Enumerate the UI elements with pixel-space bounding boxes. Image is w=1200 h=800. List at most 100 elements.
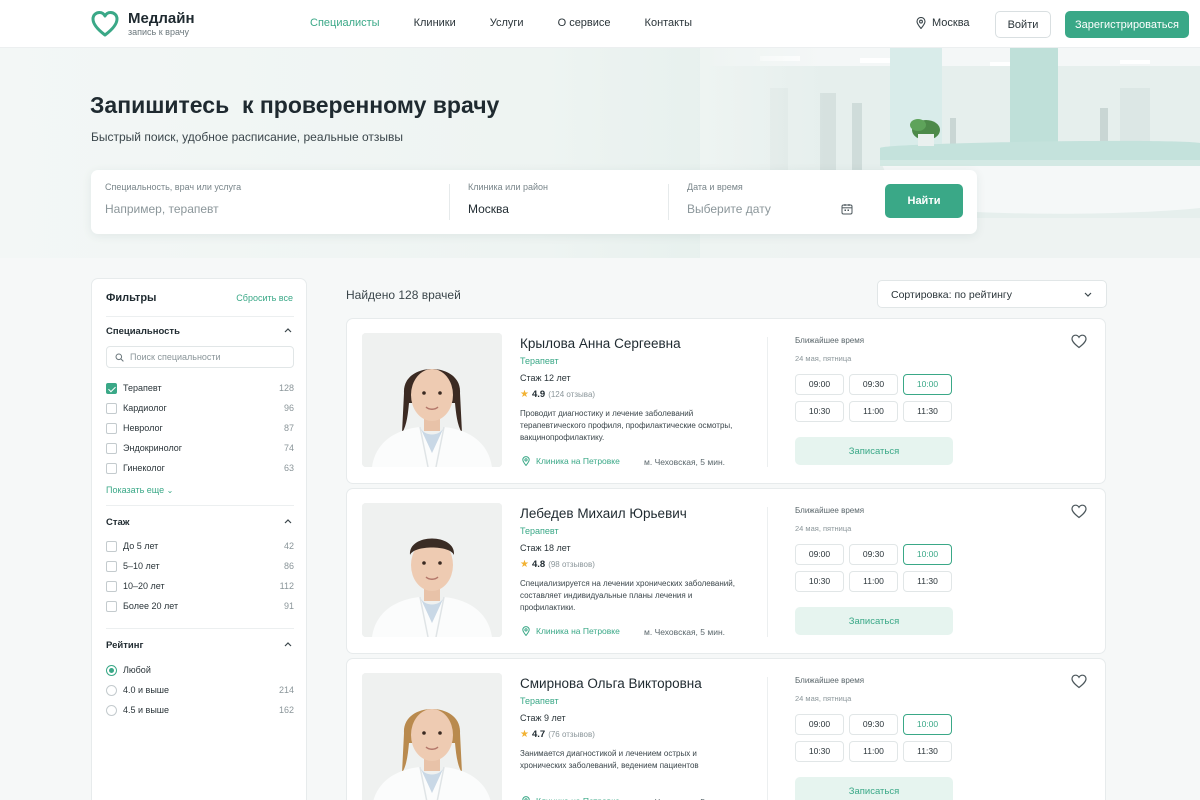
time-slot[interactable]: 09:00 [795, 374, 844, 395]
radio-button[interactable] [106, 664, 117, 676]
time-slot[interactable]: 10:00 [903, 374, 952, 395]
review-count[interactable]: (76 отзывов) [548, 730, 595, 739]
clinic-search-field[interactable]: Клиника или район Москва [468, 182, 658, 216]
time-slot[interactable]: 10:00 [903, 714, 952, 735]
doctor-name[interactable]: Лебедев Михаил Юрьевич [520, 506, 687, 521]
date-input[interactable]: Выберите дату [687, 202, 857, 216]
city-selector[interactable]: Москва [916, 17, 970, 29]
time-slot[interactable]: 11:00 [849, 401, 898, 422]
filters-panel: Фильтры Сбросить все Специальность Поиск… [91, 278, 307, 800]
nav-about[interactable]: О сервисе [558, 17, 611, 29]
clinic-link[interactable]: Клиника на Петровке [522, 796, 620, 800]
specialty-search-field[interactable]: Специальность, врач или услуга Например,… [105, 182, 435, 216]
time-slot[interactable]: 10:30 [795, 571, 844, 592]
experience-section-title[interactable]: Стаж [106, 517, 130, 528]
time-slot[interactable]: 09:00 [795, 544, 844, 565]
review-count[interactable]: (98 отзывов) [548, 560, 595, 569]
checkbox[interactable] [106, 560, 117, 572]
clinic-link[interactable]: Клиника на Петровке [522, 626, 620, 636]
time-slot[interactable]: 10:00 [903, 544, 952, 565]
specialty-section-title[interactable]: Специальность [106, 326, 180, 337]
time-slot[interactable]: 09:30 [849, 374, 898, 395]
rating-section-title[interactable]: Рейтинг [106, 640, 143, 651]
favorite-heart-icon[interactable] [1071, 504, 1087, 519]
find-button[interactable]: Найти [885, 184, 963, 218]
heart-logo-icon [91, 11, 119, 37]
slots-date: 24 мая, пятница [795, 524, 852, 533]
logo[interactable]: Медлайн запись к врачу [90, 9, 195, 39]
rating-option[interactable]: 4.5 и выше 162 [106, 703, 294, 717]
time-slot[interactable]: 11:30 [903, 741, 952, 762]
time-slot[interactable]: 11:00 [849, 741, 898, 762]
nav-clinics[interactable]: Клиники [414, 17, 456, 29]
radio-button[interactable] [106, 704, 117, 716]
checkbox[interactable] [106, 580, 117, 592]
filter-option[interactable]: Эндокринолог 74 [106, 441, 294, 455]
chevron-up-icon[interactable] [284, 642, 292, 647]
doctor-name[interactable]: Крылова Анна Сергеевна [520, 336, 681, 351]
checkbox[interactable] [106, 422, 117, 434]
filter-option[interactable]: 10–20 лет 112 [106, 579, 294, 593]
doctor-card[interactable]: Смирнова Ольга Викторовна Терапевт Стаж … [346, 658, 1106, 800]
specialty-filter-placeholder: Поиск специальности [130, 352, 221, 362]
radio-button[interactable] [106, 684, 117, 696]
book-appointment-button[interactable]: Записаться [795, 777, 953, 800]
favorite-heart-icon[interactable] [1071, 674, 1087, 689]
chevron-up-icon[interactable] [284, 328, 292, 333]
doctor-description: Специализируется на лечении хронических … [520, 579, 735, 612]
specialty-input[interactable]: Например, терапевт [105, 202, 435, 216]
rating-option[interactable]: Любой [106, 663, 294, 677]
time-slot[interactable]: 11:00 [849, 571, 898, 592]
rating-option[interactable]: 4.0 и выше 214 [106, 683, 294, 697]
filter-option[interactable]: Гинеколог 63 [106, 461, 294, 475]
doctor-photo[interactable] [362, 333, 502, 467]
favorite-heart-icon[interactable] [1071, 334, 1087, 349]
nav-contacts[interactable]: Контакты [645, 17, 693, 29]
filter-option[interactable]: Кардиолог 96 [106, 401, 294, 415]
clinic-link[interactable]: Клиника на Петровке [522, 456, 620, 466]
checkbox[interactable] [106, 382, 117, 394]
filter-option[interactable]: До 5 лет 42 [106, 539, 294, 553]
time-slot[interactable]: 10:30 [795, 401, 844, 422]
time-slot[interactable]: 11:30 [903, 571, 952, 592]
register-button[interactable]: Зарегистрироваться [1065, 11, 1189, 38]
checkbox[interactable] [106, 442, 117, 454]
specialty-filter-search[interactable]: Поиск специальности [106, 346, 294, 368]
clinic-input[interactable]: Москва [468, 202, 658, 216]
reset-filters-link[interactable]: Сбросить все [236, 293, 293, 303]
specialty-field-label: Специальность, врач или услуга [105, 182, 242, 192]
filter-option[interactable]: Более 20 лет 91 [106, 599, 294, 613]
time-slot[interactable]: 09:30 [849, 714, 898, 735]
time-slot[interactable]: 09:30 [849, 544, 898, 565]
date-search-field[interactable]: Дата и время Выберите дату [687, 182, 857, 216]
card-divider [767, 677, 768, 800]
filter-option[interactable]: Терапевт 128 [106, 381, 294, 395]
time-slot[interactable]: 09:00 [795, 714, 844, 735]
login-button[interactable]: Войти [995, 11, 1051, 38]
book-appointment-button[interactable]: Записаться [795, 607, 953, 635]
time-slot[interactable]: 11:30 [903, 401, 952, 422]
doctor-photo[interactable] [362, 503, 502, 637]
sort-dropdown[interactable]: Сортировка: по рейтингу [877, 280, 1107, 308]
book-appointment-button[interactable]: Записаться [795, 437, 953, 465]
nav-specialists[interactable]: Специалисты [310, 17, 380, 29]
filter-option[interactable]: Невролог 87 [106, 421, 294, 435]
doctor-experience: Стаж 12 лет [520, 373, 571, 383]
doctor-name[interactable]: Смирнова Ольга Викторовна [520, 676, 702, 691]
show-more-link[interactable]: Показать еще ⌄ [106, 485, 173, 495]
checkbox[interactable] [106, 462, 117, 474]
checkbox[interactable] [106, 402, 117, 414]
review-count[interactable]: (124 отзыва) [548, 390, 595, 399]
doctor-card[interactable]: Лебедев Михаил Юрьевич Терапевт Стаж 18 … [346, 488, 1106, 654]
doctor-card[interactable]: Крылова Анна Сергеевна Терапевт Стаж 12 … [346, 318, 1106, 484]
time-slot[interactable]: 10:30 [795, 741, 844, 762]
doctor-photo[interactable] [362, 673, 502, 800]
checkbox[interactable] [106, 540, 117, 552]
option-count: 96 [283, 403, 294, 413]
nav-services[interactable]: Услуги [490, 17, 524, 29]
calendar-icon[interactable] [841, 203, 853, 215]
option-count: 87 [283, 423, 294, 433]
filter-option[interactable]: 5–10 лет 86 [106, 559, 294, 573]
checkbox[interactable] [106, 600, 117, 612]
chevron-up-icon[interactable] [284, 519, 292, 524]
